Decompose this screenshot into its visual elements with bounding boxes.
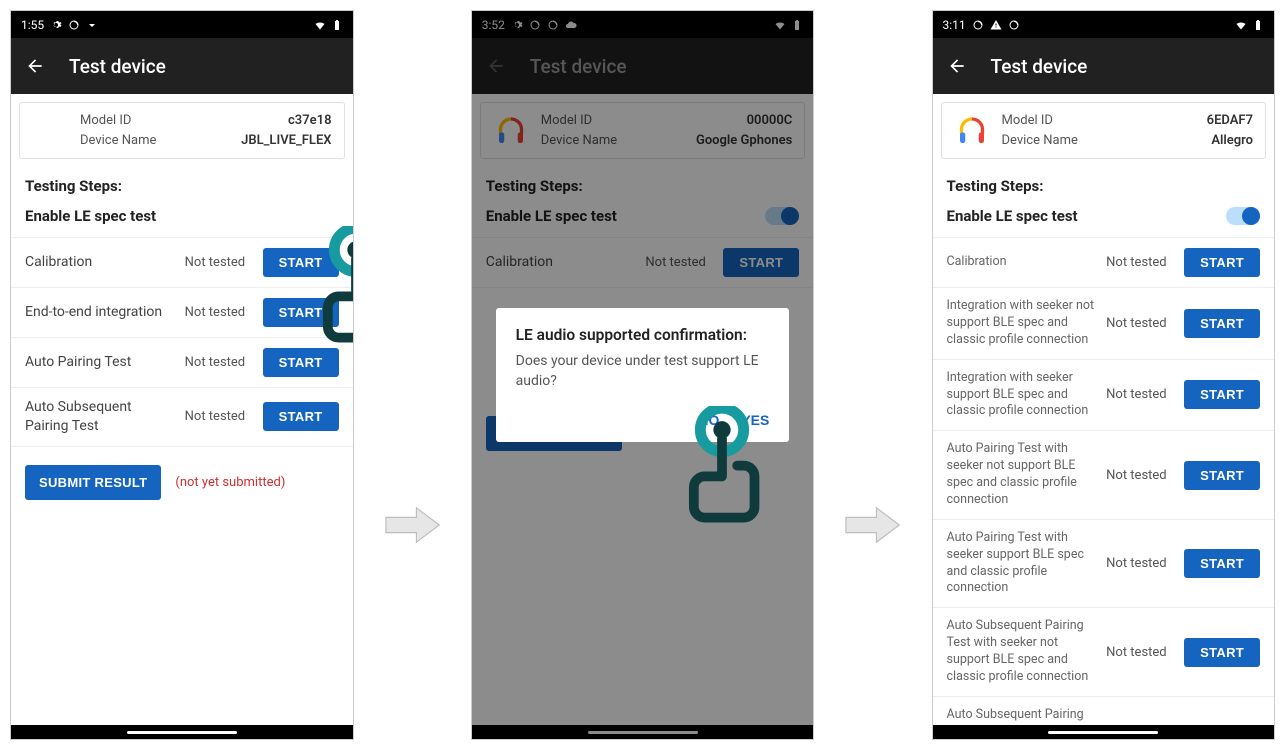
test-status: Not tested xyxy=(1106,387,1176,402)
phone-screen-3: 3:11 Test device Model ID 6EDAF7 Device N… xyxy=(932,10,1276,740)
test-label: End-to-end integration xyxy=(25,303,177,322)
test-row: Integration with seeker support BLE spec… xyxy=(933,360,1275,432)
start-button[interactable]: START xyxy=(263,248,339,277)
wifi-icon xyxy=(1235,19,1247,31)
test-row: Auto Subsequent Pairing Test Not tested ST… xyxy=(11,388,353,447)
dialog-title: LE audio supported confirmation: xyxy=(516,326,770,344)
test-status: Not tested xyxy=(185,409,255,424)
dialog-no-button[interactable]: NO xyxy=(698,412,719,428)
status-time: 3:11 xyxy=(943,18,966,32)
start-button[interactable]: START xyxy=(1184,461,1260,490)
wifi-icon xyxy=(314,19,326,31)
model-id-label: Model ID xyxy=(80,111,131,131)
submit-result-button[interactable]: SUBMIT RESULT xyxy=(25,465,161,500)
start-button[interactable]: START xyxy=(263,298,339,327)
test-row: Calibration Not tested START xyxy=(933,237,1275,288)
start-button[interactable]: START xyxy=(1184,549,1260,578)
gear-icon xyxy=(50,19,62,31)
testing-steps-heading: Testing Steps: xyxy=(11,167,353,201)
not-submitted-label: (not yet submitted) xyxy=(175,475,285,490)
start-button[interactable]: START xyxy=(263,348,339,377)
nav-bar xyxy=(11,725,353,739)
appbar-title: Test device xyxy=(991,55,1088,78)
shield-icon xyxy=(1008,19,1020,31)
test-row: Auto Pairing Test Not tested START xyxy=(11,338,353,388)
dialog-overlay[interactable]: LE audio supported confirmation: Does yo… xyxy=(472,11,814,739)
headphone-icon xyxy=(954,113,990,149)
app-bar: Test device xyxy=(11,38,353,94)
model-id-value: 6EDAF7 xyxy=(1207,111,1253,131)
app-bar: Test device xyxy=(933,38,1275,94)
test-label: Auto Pairing Test with seeker support BL… xyxy=(947,530,1099,598)
test-row: Auto Subsequent Pairing Test with seeker… xyxy=(933,608,1275,697)
model-id-label: Model ID xyxy=(1002,111,1053,131)
battery-icon xyxy=(1252,19,1264,31)
test-row: Integration with seeker not support BLE … xyxy=(933,288,1275,360)
enable-le-label: Enable LE spec test xyxy=(25,207,156,225)
test-label: Auto Subsequent Pairing Test xyxy=(25,398,177,436)
test-label: Calibration xyxy=(947,254,1099,271)
device-name-label: Device Name xyxy=(80,131,156,151)
back-icon[interactable] xyxy=(25,56,45,76)
status-time: 1:55 xyxy=(21,18,44,32)
warning-icon xyxy=(990,19,1002,31)
nav-pill-icon xyxy=(1048,731,1158,734)
device-name-label: Device Name xyxy=(1002,131,1078,151)
enable-le-label: Enable LE spec test xyxy=(947,207,1078,225)
test-status: Not tested xyxy=(185,355,255,370)
test-row: End-to-end integration Not tested START xyxy=(11,288,353,338)
flow-arrow-icon xyxy=(844,505,901,545)
test-status: Not tested xyxy=(1106,468,1176,483)
device-name-value: Allegro xyxy=(1211,131,1253,151)
start-button[interactable]: START xyxy=(1184,248,1260,277)
download-icon xyxy=(86,19,98,31)
test-row: Auto Pairing Test with seeker support BL… xyxy=(933,520,1275,609)
dialog-yes-button[interactable]: YES xyxy=(741,412,769,428)
circle-icon xyxy=(972,19,984,31)
battery-icon xyxy=(331,19,343,31)
test-status: Not tested xyxy=(1106,255,1176,270)
le-audio-dialog: LE audio supported confirmation: Does yo… xyxy=(496,308,790,441)
start-button[interactable]: START xyxy=(1184,638,1260,667)
phone-screen-1: 1:55 Test device Model ID c37e18 Device N… xyxy=(10,10,354,740)
test-status: Not tested xyxy=(1106,556,1176,571)
enable-le-toggle[interactable] xyxy=(1226,207,1260,225)
appbar-title: Test device xyxy=(69,55,166,78)
device-name-value: JBL_LIVE_FLEX xyxy=(241,131,331,151)
status-bar: 1:55 xyxy=(11,11,353,38)
test-status: Not tested xyxy=(1106,316,1176,331)
test-label: Integration with seeker not support BLE … xyxy=(947,298,1099,349)
device-card: Model ID c37e18 Device Name JBL_LIVE_FLEX xyxy=(19,102,345,159)
circle-icon xyxy=(68,19,80,31)
test-status: Not tested xyxy=(185,305,255,320)
flow-arrow-icon xyxy=(384,505,441,545)
test-label: Integration with seeker support BLE spec… xyxy=(947,370,1099,421)
test-status: Not tested xyxy=(1106,645,1176,660)
nav-pill-icon xyxy=(127,731,237,734)
test-status: Not tested xyxy=(185,255,255,270)
test-label: Auto Pairing Test with seeker not suppor… xyxy=(947,441,1099,509)
status-bar: 3:11 xyxy=(933,11,1275,38)
test-row: Calibration Not tested START xyxy=(11,237,353,288)
test-label: Auto Pairing Test xyxy=(25,353,177,372)
start-button[interactable]: START xyxy=(263,402,339,431)
dialog-text: Does your device under test support LE a… xyxy=(516,352,770,391)
device-card: Model ID 6EDAF7 Device Name Allegro xyxy=(941,102,1267,159)
nav-bar xyxy=(933,725,1275,739)
phone-screen-2: 3:52 Test device Model ID00000C Device N… xyxy=(471,10,815,740)
testing-steps-heading: Testing Steps: xyxy=(933,167,1275,201)
back-icon[interactable] xyxy=(947,56,967,76)
test-label: Calibration xyxy=(25,253,177,272)
start-button[interactable]: START xyxy=(1184,309,1260,338)
test-row: Auto Pairing Test with seeker not suppor… xyxy=(933,431,1275,520)
test-label: Auto Subsequent Pairing Test with seeker… xyxy=(947,618,1099,686)
start-button[interactable]: START xyxy=(1184,380,1260,409)
model-id-value: c37e18 xyxy=(288,111,331,131)
